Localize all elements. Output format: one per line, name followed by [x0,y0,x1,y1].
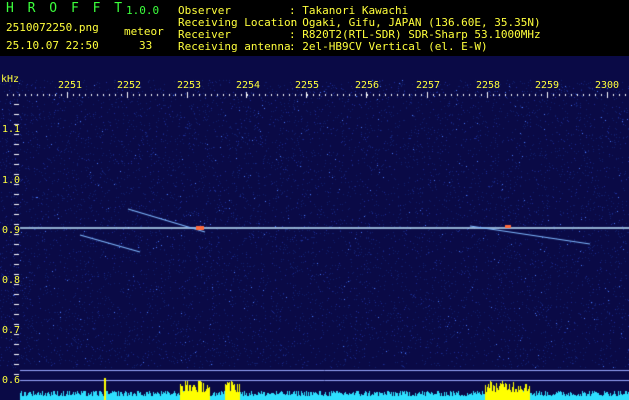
app-name: H R O F F T [6,1,126,16]
x-tick-label: 2256 [355,80,380,91]
antenna-label: Receiving antenna [178,40,291,53]
header-panel: H R O F F T 1.0.0 2510072250.png meteor … [0,0,629,56]
y-tick-label: 0.7 [2,325,21,336]
y-tick-label: 0.9 [2,225,21,236]
antenna-value: : 2el-HB9CV Vertical (el. E-W) [289,40,488,53]
y-axis-unit: kHz [1,74,20,85]
x-tick-label: 2258 [476,80,501,91]
spectrogram-canvas [0,56,629,400]
x-tick-label: 2255 [295,80,320,91]
date-time: 25.10.07 22:50 [6,39,99,52]
y-tick-label: 0.6 [2,375,21,386]
y-tick-label: 0.8 [2,275,21,286]
y-tick-label: 1.1 [2,124,21,135]
x-tick-label: 2300 [595,80,620,91]
x-tick-label: 2251 [58,80,83,91]
meteor-count: 33 [139,39,153,52]
y-tick-label: 1.0 [2,175,21,186]
meteor-label: meteor [124,25,164,38]
x-tick-label: 2254 [236,80,261,91]
x-tick-label: 2257 [416,80,441,91]
x-tick-label: 2259 [535,80,560,91]
x-tick-label: 2252 [117,80,142,91]
file-name: 2510072250.png [6,21,99,34]
app-version: 1.0.0 [126,4,160,17]
x-tick-label: 2253 [177,80,202,91]
